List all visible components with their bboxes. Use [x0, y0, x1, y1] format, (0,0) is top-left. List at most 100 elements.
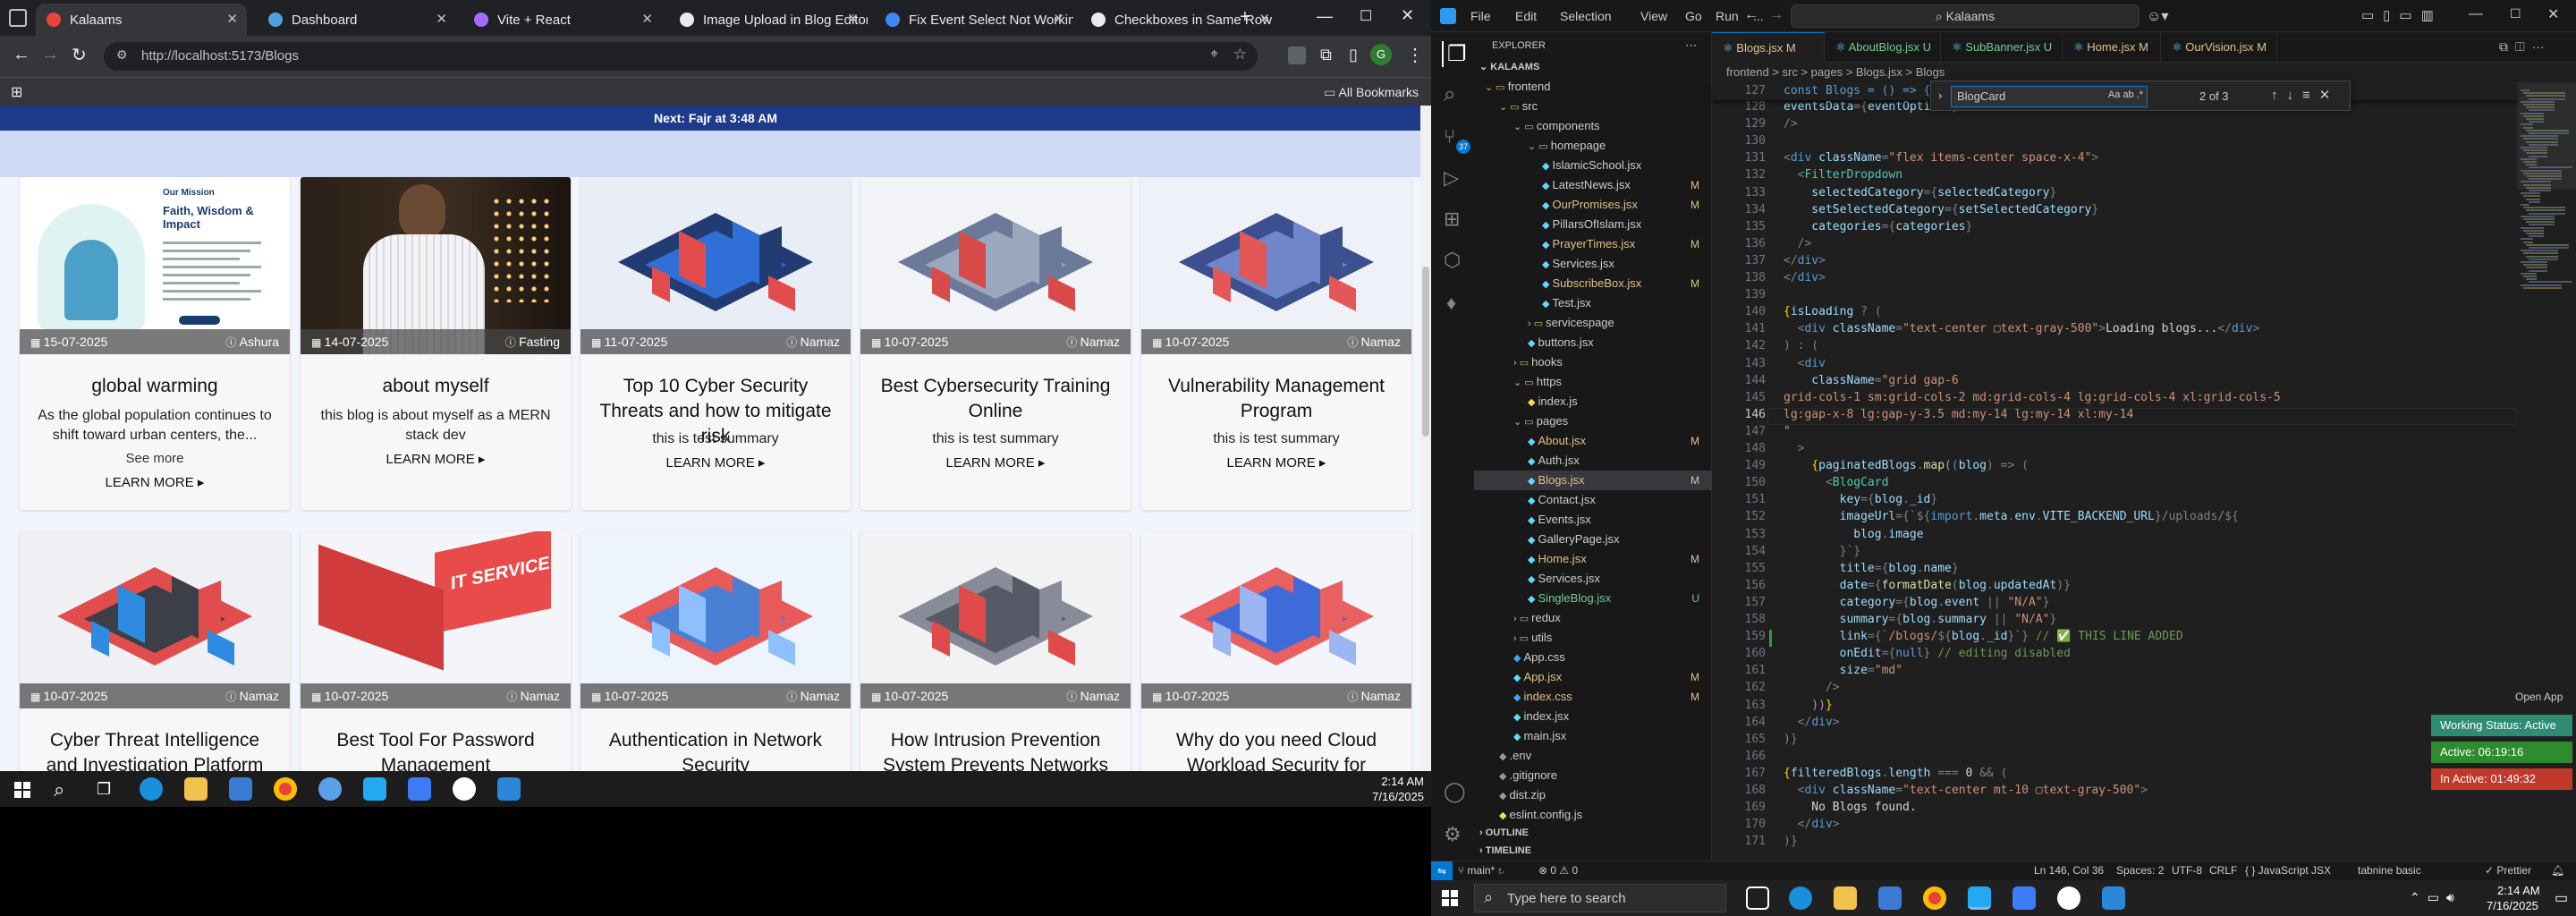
vscode-icon[interactable]	[1968, 886, 1991, 910]
blog-card-image[interactable]	[860, 177, 1131, 354]
tree-folder[interactable]: ⌄ ▭ frontend	[1474, 77, 1712, 97]
menu-item[interactable]: Run	[1716, 9, 1739, 23]
editor-tab[interactable]: ⚛ OurVision.jsx M	[2161, 32, 2277, 63]
cursor-position[interactable]: Ln 146, Col 36	[2034, 864, 2104, 877]
open-app-label[interactable]: Open App	[2515, 691, 2563, 703]
find-nav-icons[interactable]: ↑↓≡✕	[2271, 87, 2339, 103]
menu-item[interactable]: Edit	[1515, 9, 1537, 23]
account-icon[interactable]: ◯	[1444, 780, 1466, 803]
minimize-icon[interactable]: —	[1317, 7, 1333, 26]
browser-tab[interactable]: Image Upload in Blog Editor ✕	[669, 4, 868, 36]
minimap-slider[interactable]	[2517, 82, 2576, 190]
tree-folder[interactable]: ⌄ ▭ https	[1474, 372, 1712, 392]
editor-actions[interactable]: ⧉◫⋯	[2499, 39, 2552, 55]
site-info-icon[interactable]: ⚙	[116, 47, 128, 63]
tree-folder[interactable]: › ▭ redux	[1474, 608, 1712, 628]
tree-file[interactable]: ◆ Services.jsx	[1474, 254, 1712, 274]
tab-close-icon[interactable]: ✕	[847, 11, 859, 27]
tree-file[interactable]: ◆ Home.jsx M	[1474, 549, 1712, 569]
tree-file[interactable]: ◆ Auth.jsx	[1474, 451, 1712, 471]
blog-card-title[interactable]: global warming	[32, 374, 277, 399]
editor-tab[interactable]: ⚛ Blogs.jsx M	[1712, 32, 1825, 63]
outline-section[interactable]: › OUTLINE	[1479, 823, 1529, 843]
inactive-time-badge[interactable]: In Active: 01:49:32	[2431, 768, 2572, 790]
blog-card[interactable]: ▦ 10-07-2025 ⓘ Namaz Cyber Threat Intellig…	[20, 531, 290, 771]
all-bookmarks-folder[interactable]: ▭ All Bookmarks	[1324, 85, 1419, 100]
learn-more-link[interactable]: LEARN MORE ▸	[313, 451, 558, 467]
nav-forward-icon[interactable]: →	[1769, 7, 1784, 23]
editor-tab[interactable]: ⚛ SubBanner.jsx U	[1941, 32, 2063, 63]
encoding[interactable]: UTF-8	[2172, 864, 2202, 877]
code-area[interactable]: 128eventsData={eventOptions}129/>130131<…	[1712, 100, 2517, 861]
taskbar-search-box[interactable]: ⌕ Type here to search	[1474, 884, 1726, 912]
layout-icons[interactable]: ▭▯▭▥	[2361, 7, 2443, 23]
tree-file[interactable]: ◆ PrayerTimes.jsx M	[1474, 234, 1712, 254]
editor-tab[interactable]: ⚛ Home.jsx M	[2063, 32, 2161, 63]
tray-icons[interactable]: ⌃▭🔊︎	[2410, 890, 2462, 905]
extension-icon[interactable]	[1288, 47, 1306, 64]
blog-card[interactable]: ▦ 10-07-2025 ⓘ Namaz How Intrusion Prevent…	[860, 531, 1131, 771]
search-icon[interactable]: ⌕	[1444, 82, 1455, 107]
tree-file[interactable]: ◆ Services.jsx	[1474, 569, 1712, 589]
scrollbar-thumb[interactable]	[1422, 267, 1429, 437]
blog-card-title[interactable]: Authentication in Network Security	[593, 728, 838, 771]
tree-file[interactable]: ◆ Contact.jsx	[1474, 490, 1712, 510]
address-bar[interactable]: ⚙ http://localhost:5173/Blogs ⌖ ☆	[104, 42, 1258, 71]
menu-item[interactable]: Selection	[1560, 9, 1612, 23]
extensions-icon[interactable]: ⊞	[1444, 208, 1460, 231]
timeline-section[interactable]: › TIMELINE	[1479, 841, 1531, 861]
active-time-badge[interactable]: Active: 06:19:16	[2431, 742, 2572, 763]
new-tab-icon[interactable]: +	[1240, 7, 1250, 28]
tree-file[interactable]: ◆ App.jsx M	[1474, 667, 1712, 687]
command-center-search[interactable]: ⌕ Kalaams	[1791, 4, 2140, 28]
apps-icon[interactable]: ⊞	[11, 83, 22, 101]
tree-file[interactable]: ◆ main.jsx	[1474, 726, 1712, 746]
remote-icon[interactable]	[497, 777, 521, 801]
problems-count[interactable]: ⊗ 0 ⚠ 0	[1538, 864, 1578, 877]
tree-file[interactable]: ◆ App.css	[1474, 648, 1712, 667]
blog-card-image[interactable]: Our Mission Faith, Wisdom & Impact	[20, 177, 290, 354]
blog-card-title[interactable]: about myself	[313, 374, 558, 399]
tree-file[interactable]: ◆ .env	[1474, 746, 1712, 766]
tree-file[interactable]: ◆ OurPromises.jsx M	[1474, 195, 1712, 215]
profile-avatar[interactable]: G	[1370, 44, 1392, 65]
tree-folder[interactable]: ⌄ ▭ homepage	[1474, 136, 1712, 156]
tab-search-icon[interactable]	[9, 9, 27, 27]
blog-card-title[interactable]: How Intrusion Prevention System Prevents…	[873, 728, 1118, 771]
tab-close-icon[interactable]: ✕	[1258, 11, 1270, 27]
media-icon[interactable]	[453, 777, 476, 801]
notification-center-icon[interactable]: ▭	[2555, 889, 2568, 907]
task-view-icon[interactable]	[1746, 886, 1769, 910]
close-window-icon[interactable]: ✕	[1401, 6, 1414, 25]
learn-more-link[interactable]: LEARN MORE ▸	[873, 454, 1118, 471]
browser-tab[interactable]: Dashboard ✕	[258, 4, 456, 36]
blog-card[interactable]: IT SERVICE ▦ 10-07-2025 ⓘ Namaz Best Tool F…	[301, 531, 571, 771]
tree-folder[interactable]: ⌄ ▭ components	[1474, 116, 1712, 136]
sidepanel-icon[interactable]: ▯	[1349, 46, 1358, 64]
nav-back-icon[interactable]: ←	[1744, 7, 1758, 23]
location-icon[interactable]: ⌖	[1210, 47, 1218, 63]
tabnine-status[interactable]: tabnine basic	[2358, 864, 2421, 877]
edge-icon[interactable]	[140, 777, 163, 801]
chrome-icon[interactable]	[1923, 886, 1946, 910]
menu-item[interactable]: Go	[1685, 9, 1702, 23]
learn-more-link[interactable]: LEARN MORE ▸	[1154, 454, 1399, 471]
tree-file[interactable]: ◆ Test.jsx	[1474, 293, 1712, 313]
page-scrollbar[interactable]	[1420, 106, 1431, 771]
tree-folder[interactable]: ⌄ ▭ src	[1474, 97, 1712, 116]
line-ending[interactable]: CRLF	[2209, 864, 2237, 877]
blog-card-image[interactable]: IT SERVICE	[301, 531, 571, 708]
blog-card[interactable]: ▦ 10-07-2025 ⓘ Namaz Authentication in Net…	[580, 531, 851, 771]
run-debug-icon[interactable]: ▷	[1444, 166, 1459, 190]
bookmark-star-icon[interactable]: ☆	[1233, 46, 1247, 64]
tree-file[interactable]: ◆ IslamicSchool.jsx	[1474, 156, 1712, 175]
search-icon[interactable]: ⌕	[54, 778, 64, 802]
prettier-status[interactable]: ✓ Prettier	[2485, 864, 2531, 877]
manage-gear-icon[interactable]: ⚙	[1444, 823, 1462, 846]
file-explorer-icon[interactable]	[184, 777, 208, 801]
git-branch[interactable]: ⑂ main* ↻	[1458, 864, 1504, 877]
blog-card-image[interactable]	[20, 531, 290, 708]
remote-icon[interactable]	[2102, 886, 2125, 910]
tree-folder[interactable]: ⌄ ▭ pages	[1474, 411, 1712, 431]
blog-card-image[interactable]	[1141, 531, 1411, 708]
